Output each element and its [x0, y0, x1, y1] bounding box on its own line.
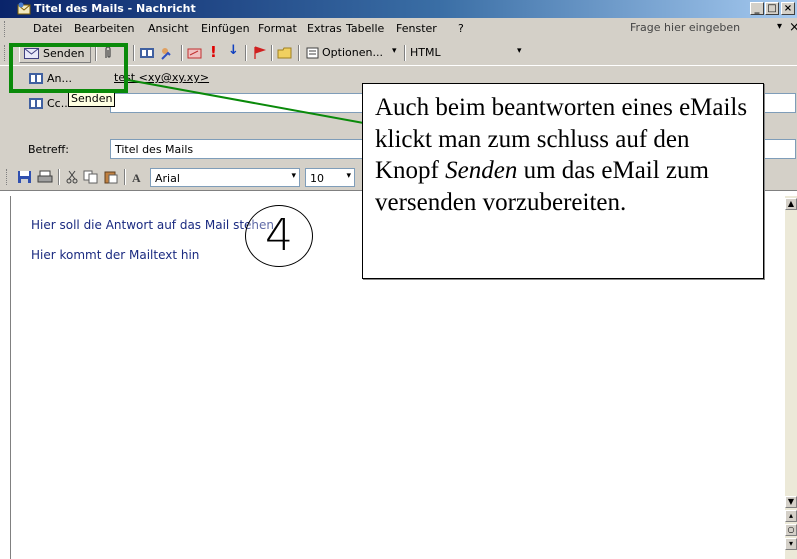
body-line-answer: Hier soll die Antwort auf das Mail stehe… [31, 218, 274, 232]
body-line-mailtext: Hier kommt der Mailtext hin [31, 248, 200, 262]
menu-einfuegen[interactable]: Einfügen [201, 22, 250, 35]
font-family-value: Arial [155, 172, 180, 185]
importance-low-icon[interactable]: ↓ [228, 43, 244, 58]
title-bar: Titel des Mails - Nachricht _ □ × [0, 0, 797, 18]
step-number-circle: 4 [245, 205, 313, 267]
help-dropdown-icon[interactable]: ▾ [777, 21, 782, 32]
message-window-icon [17, 2, 31, 15]
toolbar-separator [58, 169, 60, 185]
menu-ansicht[interactable]: Ansicht [148, 22, 189, 35]
copy-icon[interactable] [83, 170, 99, 184]
svg-text:A: A [132, 171, 141, 184]
folder-icon[interactable] [277, 46, 293, 60]
address-book-icon[interactable] [139, 46, 155, 60]
importance-high-icon[interactable]: ! [210, 43, 226, 61]
callout-text: Auch beim beantworten eines eMails klick… [375, 92, 755, 218]
menu-format[interactable]: Format [258, 22, 297, 35]
options-icon[interactable] [305, 46, 321, 60]
scroll-up-icon[interactable]: ▲ [785, 198, 797, 210]
menu-help[interactable]: ? [458, 22, 464, 35]
format-dropdown-icon[interactable]: ▾ [517, 46, 522, 56]
toolbar-separator [245, 45, 247, 61]
menu-fenster[interactable]: Fenster [396, 22, 437, 35]
paste-icon[interactable] [103, 170, 119, 184]
menubar-grip[interactable] [4, 21, 8, 37]
menu-bar: Datei Bearbeiten Ansicht Einfügen Format… [0, 18, 797, 41]
send-tooltip: Senden [68, 91, 116, 107]
scroll-down-icon[interactable]: ▼ [785, 496, 797, 508]
toolbar-separator [124, 169, 126, 185]
save-icon[interactable] [17, 170, 33, 184]
signature-icon[interactable] [187, 46, 203, 60]
menu-datei[interactable]: Datei [33, 22, 62, 35]
subject-label: Betreff: [28, 143, 69, 156]
close-button[interactable]: × [781, 2, 795, 15]
next-page-icon[interactable]: ▾ [785, 538, 797, 550]
select-browse-object-icon[interactable]: ○ [785, 524, 797, 536]
help-search-input[interactable]: Frage hier eingeben [630, 21, 770, 37]
toolbar-separator [133, 45, 135, 61]
flag-icon[interactable] [251, 46, 267, 60]
size-dropdown-icon[interactable]: ▾ [346, 171, 351, 181]
toolbar-separator [181, 45, 183, 61]
toolbar-separator [298, 45, 300, 61]
close-document-icon[interactable]: × [789, 20, 797, 35]
window-title: Titel des Mails - Nachricht [34, 2, 196, 15]
instruction-callout: Auch beim beantworten eines eMails klick… [362, 83, 764, 279]
to-recipient[interactable]: test <xy@xy.xy> [114, 71, 209, 84]
font-size-value: 10 [310, 172, 324, 185]
print-icon[interactable] [37, 170, 53, 184]
previous-page-icon[interactable]: ▴ [785, 510, 797, 522]
menu-extras[interactable]: Extras [307, 22, 342, 35]
font-icon: A [132, 171, 141, 184]
options-dropdown-icon[interactable]: ▾ [392, 46, 397, 56]
cut-icon[interactable] [64, 170, 80, 184]
outlook-message-window: Titel des Mails - Nachricht _ □ × Datei … [0, 0, 797, 559]
toolbar-separator [404, 45, 406, 61]
maximize-button[interactable]: □ [765, 2, 779, 15]
font-family-select[interactable]: Arial ▾ [150, 168, 300, 187]
options-button[interactable]: Optionen... [322, 46, 383, 59]
vertical-scrollbar[interactable]: ▲ ▼ ▴ ○ ▾ [785, 196, 797, 559]
callout-emphasis: Senden [445, 157, 518, 184]
font-dropdown-icon[interactable]: ▾ [291, 171, 296, 181]
step-number: 4 [265, 210, 293, 261]
font-size-select[interactable]: 10 ▾ [305, 168, 355, 187]
menu-tabelle[interactable]: Tabelle [346, 22, 384, 35]
menu-bearbeiten[interactable]: Bearbeiten [74, 22, 134, 35]
send-button-highlight-frame [9, 43, 128, 93]
toolbar-grip[interactable] [4, 45, 8, 61]
address-book-icon [29, 98, 43, 109]
format-toolbar-grip[interactable] [6, 169, 10, 185]
message-format-select[interactable]: HTML [410, 46, 441, 59]
minimize-button[interactable]: _ [750, 2, 764, 15]
check-names-icon[interactable] [160, 46, 176, 60]
toolbar-separator [271, 45, 273, 61]
